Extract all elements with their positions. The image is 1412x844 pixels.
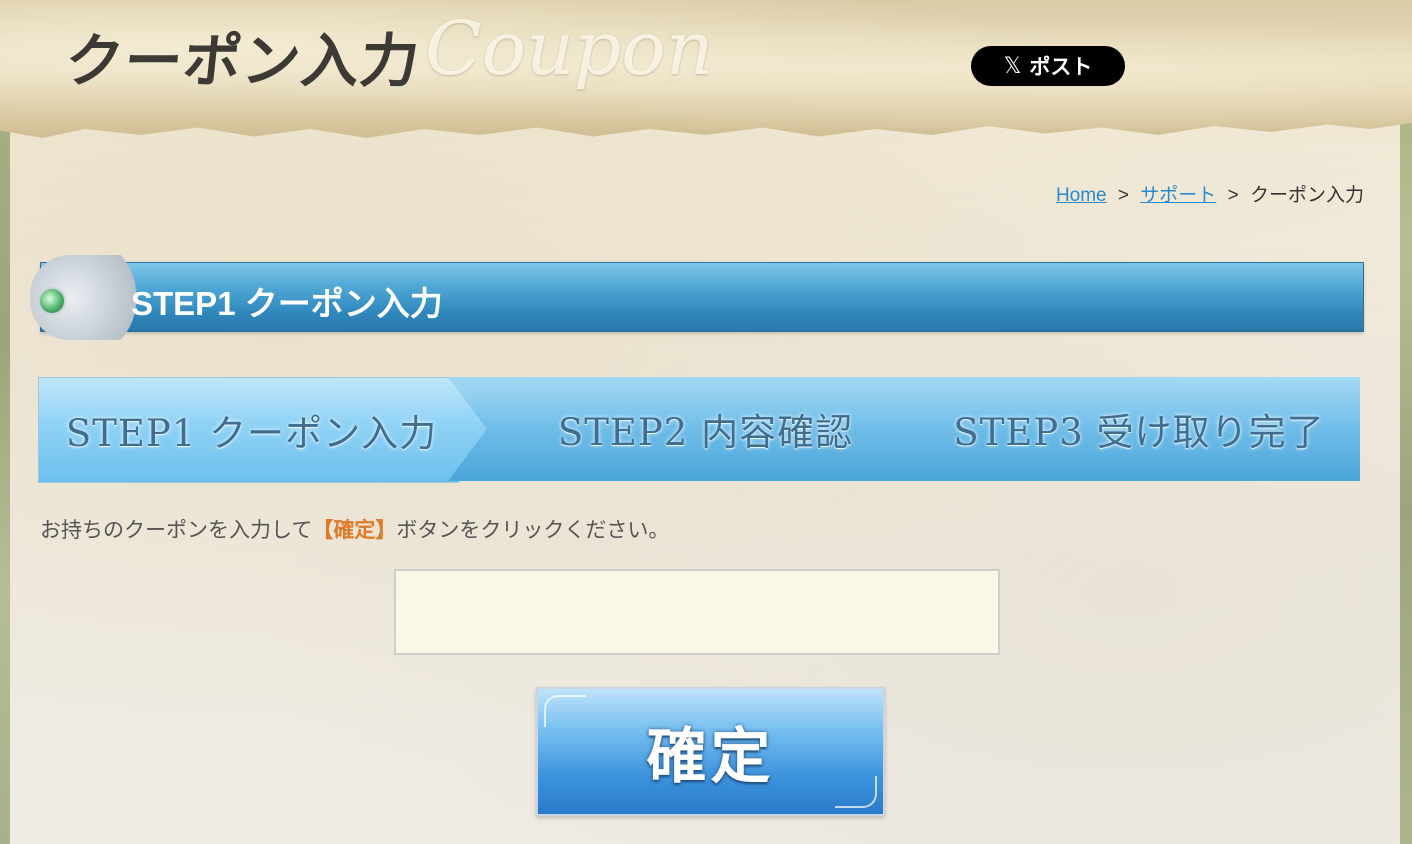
breadcrumb-home-link[interactable]: Home: [1056, 185, 1107, 206]
step-1-active: STEP1 クーポン入力: [38, 377, 495, 483]
breadcrumb: Home > サポート > クーポン入力: [1056, 180, 1364, 207]
instruction-emphasis: 【確定】: [312, 518, 397, 542]
confirm-button-label: 確定: [646, 722, 775, 792]
post-button-label: ポスト: [1029, 55, 1093, 79]
x-post-button[interactable]: 𝕏 ポスト: [971, 46, 1125, 86]
breadcrumb-support-link[interactable]: サポート: [1140, 185, 1216, 206]
step-label: STEP1 クーポン入力: [65, 412, 438, 455]
page-title: クーポン入力: [61, 27, 424, 95]
vine-decoration-right: [1400, 0, 1412, 844]
section-heading: STEP1 クーポン入力: [131, 285, 443, 322]
instruction-after: ボタンをクリックください。: [396, 518, 670, 542]
step-indicator: STEP1 クーポン入力 STEP2 内容確認 STEP3 受け取り完了: [38, 377, 1360, 483]
corner-ornament-icon: [835, 776, 877, 808]
breadcrumb-current: クーポン入力: [1249, 185, 1364, 206]
step-2: STEP2 内容確認: [448, 377, 933, 481]
coupon-code-input[interactable]: [394, 569, 1000, 655]
confirm-button[interactable]: 確定: [536, 687, 885, 816]
corner-ornament-icon: [544, 695, 586, 727]
instruction-before: お持ちのクーポンを入力して: [40, 518, 313, 542]
instruction-text: お持ちのクーポンを入力して【確定】ボタンをクリックください。: [40, 514, 669, 544]
breadcrumb-separator: >: [1117, 185, 1130, 206]
header-subtitle: Coupon: [425, 6, 714, 92]
step-label: STEP2 内容確認: [557, 411, 854, 454]
step-label: STEP3 受け取り完了: [953, 411, 1325, 454]
x-logo-icon: 𝕏: [1003, 53, 1022, 79]
gem-icon: [38, 287, 66, 315]
step-3: STEP3 受け取り完了: [888, 377, 1360, 481]
breadcrumb-separator: >: [1227, 185, 1239, 206]
